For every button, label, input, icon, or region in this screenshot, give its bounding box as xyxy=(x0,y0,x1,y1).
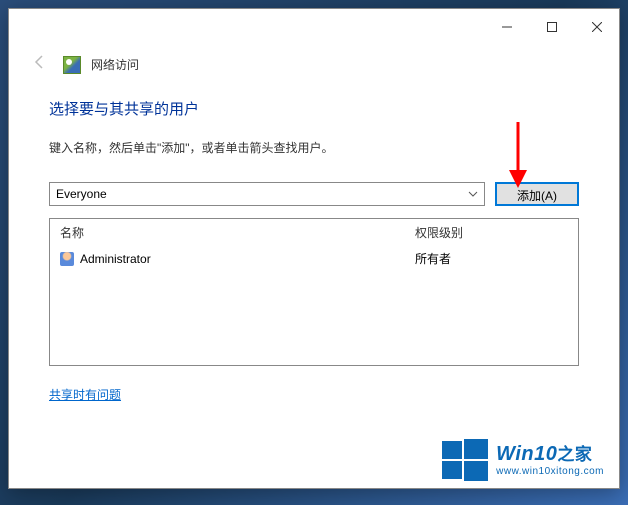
close-button[interactable] xyxy=(574,12,619,42)
chevron-down-icon[interactable] xyxy=(468,189,478,200)
help-link[interactable]: 共享时有问题 xyxy=(49,386,121,403)
user-name-cell: Administrator xyxy=(80,252,151,266)
dialog-window: 网络访问 选择要与其共享的用户 键入名称，然后单击"添加"，或者单击箭头查找用户… xyxy=(8,8,620,489)
user-permission-cell: 所有者 xyxy=(415,250,568,267)
user-icon xyxy=(60,252,74,266)
add-user-row: Everyone 添加(A) xyxy=(49,182,579,206)
back-arrow-icon[interactable] xyxy=(27,53,53,76)
user-name-combobox[interactable]: Everyone xyxy=(49,182,485,206)
network-access-icon xyxy=(63,56,81,74)
dialog-content: 选择要与其共享的用户 键入名称，然后单击"添加"，或者单击箭头查找用户。 Eve… xyxy=(9,80,619,413)
add-button[interactable]: 添加(A) xyxy=(495,182,579,206)
users-table: 名称 权限级别 Administrator 所有者 xyxy=(49,218,579,366)
combobox-value: Everyone xyxy=(56,187,107,201)
instruction-text: 键入名称，然后单击"添加"，或者单击箭头查找用户。 xyxy=(49,139,579,156)
maximize-button[interactable] xyxy=(529,12,574,42)
title-bar xyxy=(9,9,619,45)
minimize-button[interactable] xyxy=(484,12,529,42)
window-controls xyxy=(484,12,619,42)
main-heading: 选择要与其共享的用户 xyxy=(49,98,579,119)
column-permission-header[interactable]: 权限级别 xyxy=(415,224,568,241)
table-header: 名称 权限级别 xyxy=(50,219,578,246)
column-name-header[interactable]: 名称 xyxy=(60,224,415,241)
dialog-title: 网络访问 xyxy=(91,56,139,73)
dialog-header: 网络访问 xyxy=(9,45,619,80)
table-row[interactable]: Administrator 所有者 xyxy=(50,246,578,271)
